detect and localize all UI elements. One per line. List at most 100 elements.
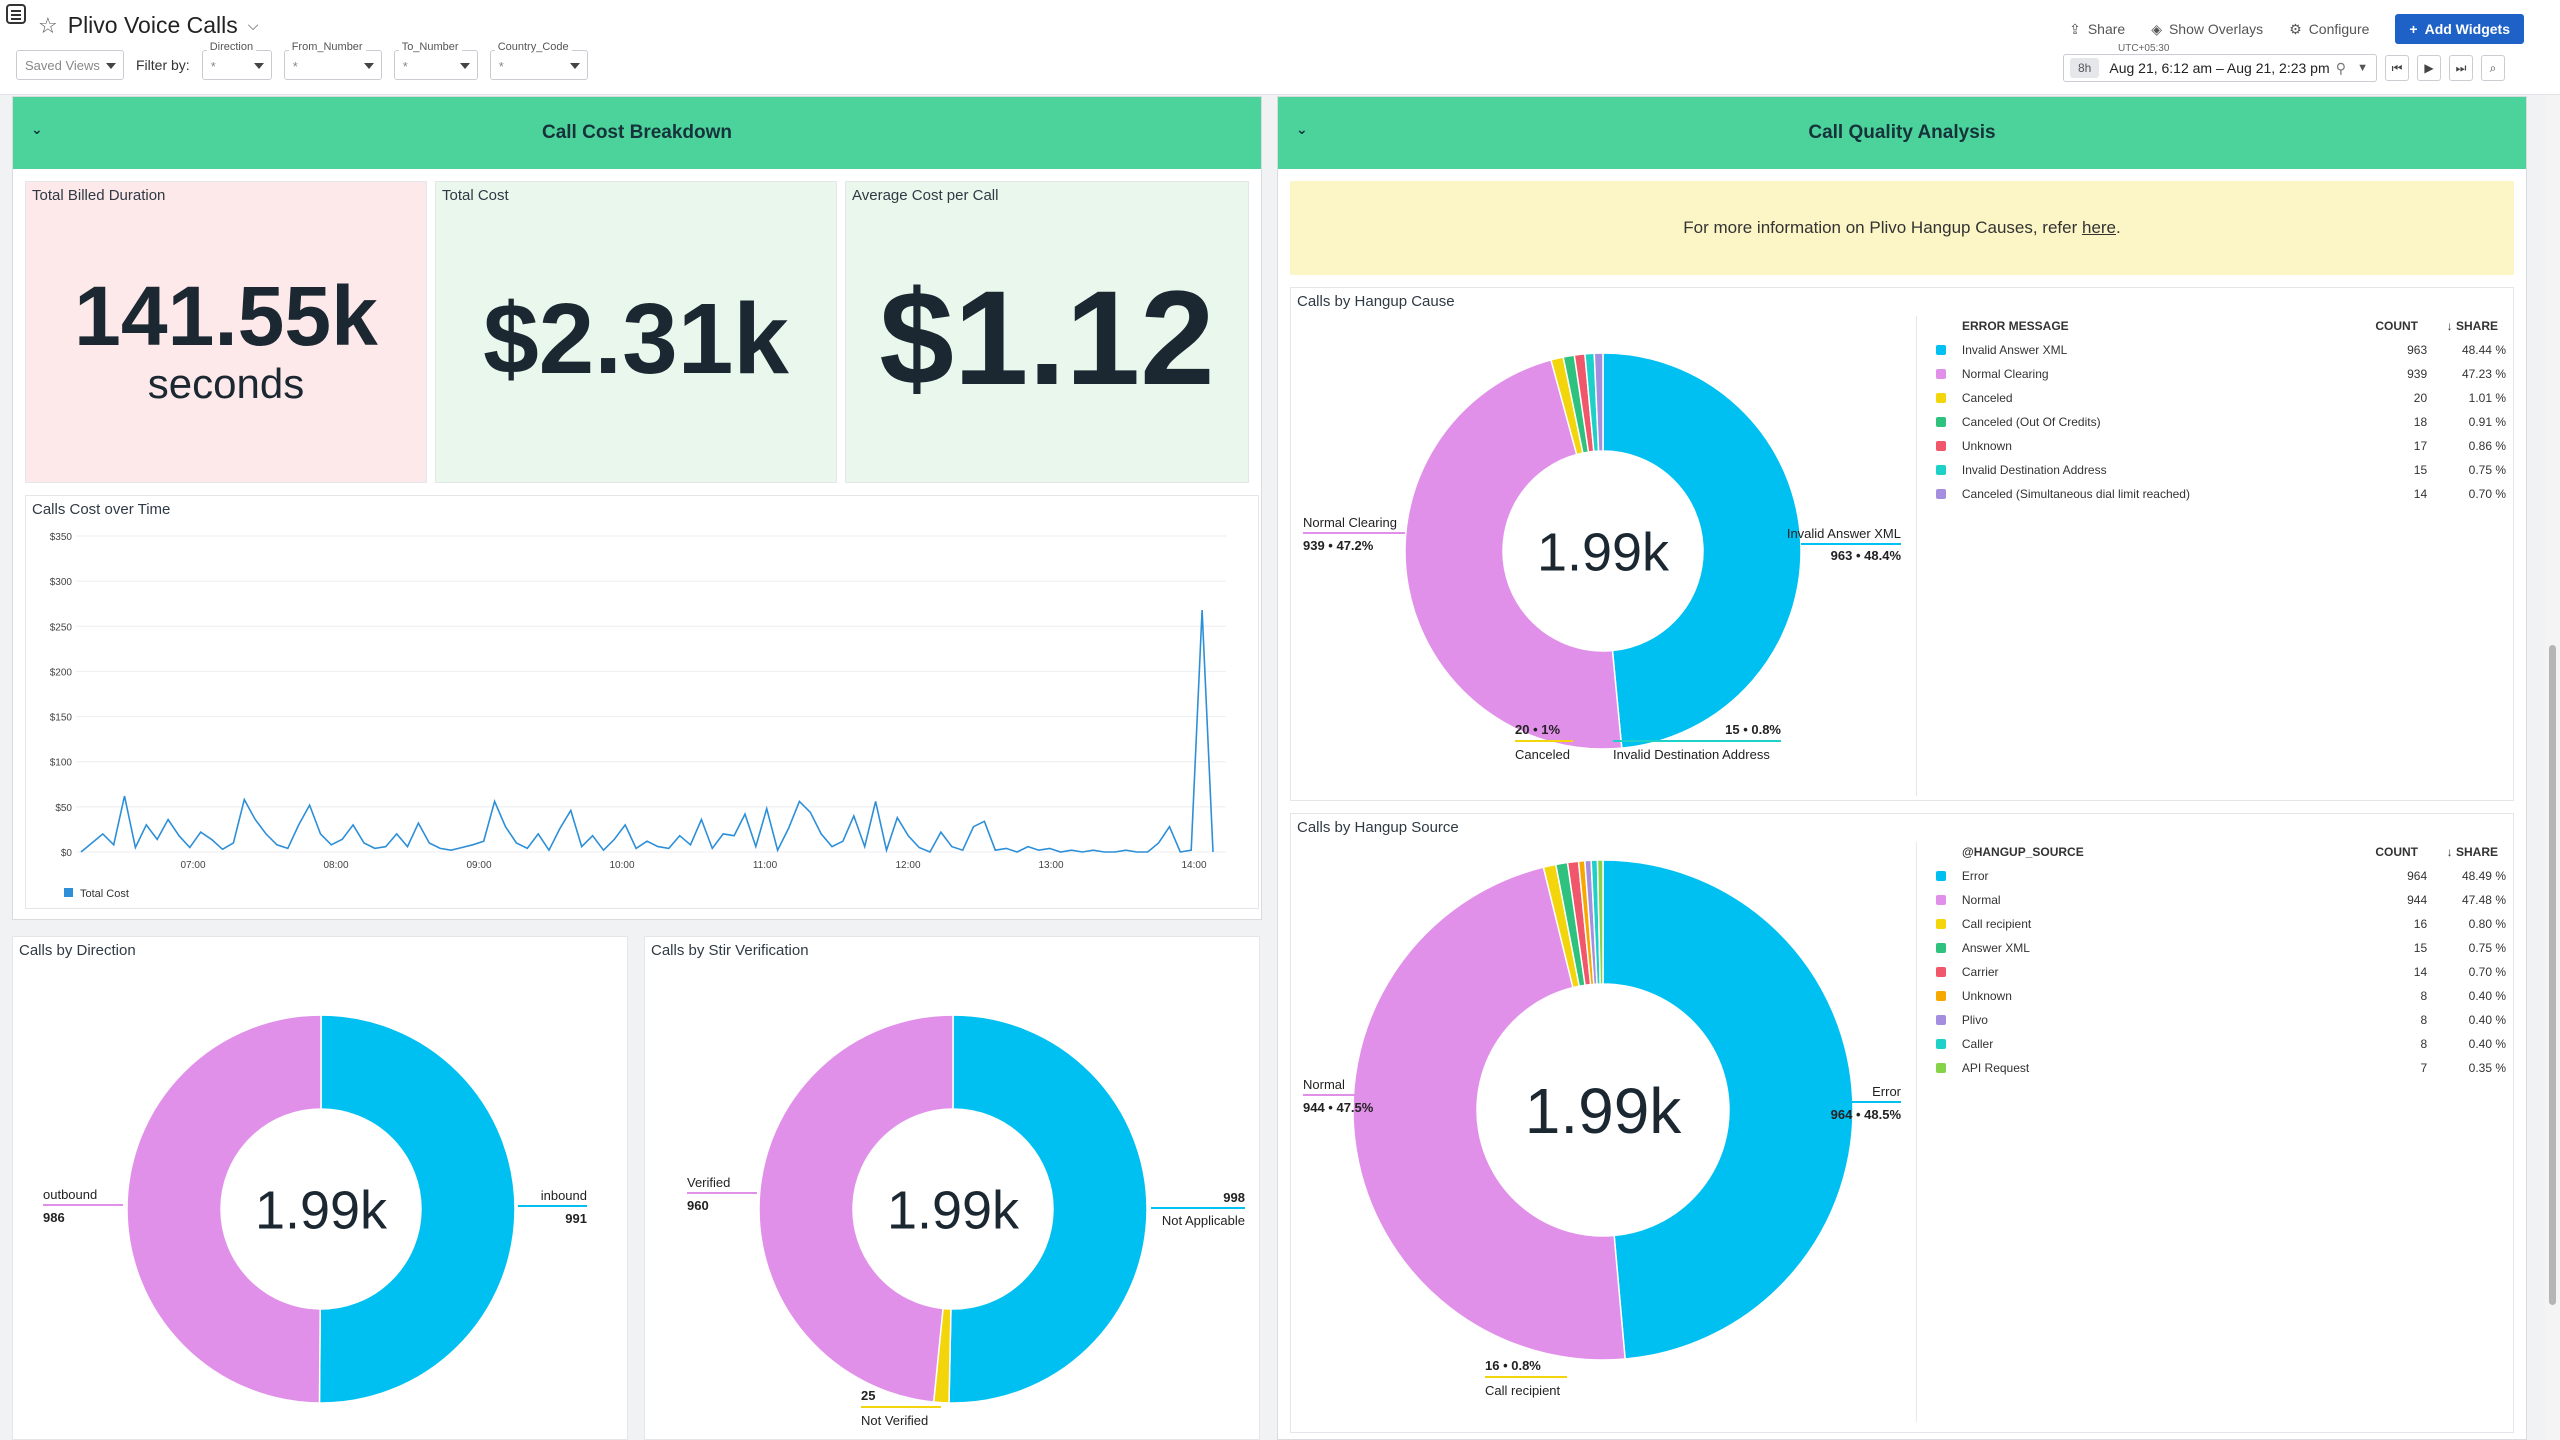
slice-label: Canceled: [1515, 747, 1570, 762]
legend-row[interactable]: API Request 7 0.35 %: [1936, 1056, 2506, 1080]
time-span-chip: 8h: [2070, 58, 2100, 78]
legend-count: 16: [2413, 917, 2428, 931]
filter-country-code[interactable]: Country_Code *: [489, 41, 588, 80]
calls-by-direction-panel: Calls by Direction 1.99k outbound 986 inbou…: [12, 936, 628, 1440]
legend-row[interactable]: Carrier 14 0.70 %: [1936, 960, 2506, 984]
time-controls: UTC+05:30 8h Aug 21, 6:12 am – Aug 21, 2…: [2063, 43, 2543, 82]
legend-swatch: [1936, 465, 1946, 475]
slice-label: Invalid Answer XML: [1787, 526, 1901, 541]
forward-button[interactable]: ⏭: [2449, 55, 2473, 81]
kpi-total-billed-duration: Total Billed Duration 141.55k seconds: [25, 181, 427, 483]
legend-swatch: [1936, 967, 1946, 977]
donut-center-value: 1.99k: [255, 1180, 388, 1240]
chevron-down-icon[interactable]: ⌵: [248, 17, 259, 34]
zoom-out-button[interactable]: ⌕: [2481, 55, 2505, 81]
name-column-header[interactable]: @HANGUP_SOURCE: [1936, 845, 2356, 859]
y-tick-label: $200: [50, 667, 73, 678]
show-overlays-button[interactable]: ◈ Show Overlays: [2151, 21, 2263, 38]
count-column-header[interactable]: COUNT: [2356, 845, 2418, 859]
star-icon[interactable]: ☆: [38, 13, 58, 39]
filter-country-code-label: Country_Code: [494, 41, 572, 53]
play-button[interactable]: ▶: [2417, 55, 2441, 81]
time-range-picker[interactable]: UTC+05:30 8h Aug 21, 6:12 am – Aug 21, 2…: [2063, 43, 2377, 82]
rewind-button[interactable]: ⏮: [2385, 55, 2409, 81]
banner-link[interactable]: here: [2082, 218, 2116, 238]
legend-count: 15: [2413, 463, 2428, 477]
configure-button[interactable]: ⚙ Configure: [2289, 21, 2369, 38]
legend-row[interactable]: Invalid Destination Address 15 0.75 %: [1936, 458, 2506, 482]
share-icon: ⇪: [2069, 20, 2081, 37]
dashboard-title[interactable]: Plivo Voice Calls: [68, 12, 238, 39]
legend-name: Normal: [1961, 893, 2001, 907]
kpi-value: $1.12: [879, 264, 1215, 413]
stir-donut[interactable]: 1.99k Verified 960 998 Not Applicable 25 Not V…: [645, 937, 1259, 1437]
share-column-header[interactable]: ↓ SHARE: [2418, 845, 2498, 859]
menu-icon[interactable]: [6, 4, 26, 24]
legend-count: 7: [2420, 1061, 2428, 1075]
pin-icon[interactable]: ⚲: [2336, 60, 2346, 77]
filter-from-number[interactable]: From_Number *: [283, 41, 382, 80]
legend-row[interactable]: Unknown 17 0.86 %: [1936, 434, 2506, 458]
legend-row[interactable]: Caller 8 0.40 %: [1936, 1032, 2506, 1056]
name-column-header[interactable]: ERROR MESSAGE: [1936, 319, 2356, 333]
slice-label: Normal Clearing: [1303, 515, 1397, 530]
legend-share: 0.80 %: [2468, 917, 2506, 931]
direction-donut[interactable]: 1.99k outbound 986 inbound 991: [13, 937, 627, 1437]
legend-count: 8: [2420, 989, 2428, 1003]
cost-timeseries-chart[interactable]: $0 $50 $100 $150 $200 $250 $300 $350 07:00 08:00 0…: [26, 496, 1258, 908]
legend-row[interactable]: Answer XML 15 0.75 %: [1936, 936, 2506, 960]
legend-name: Canceled: [1961, 391, 2013, 405]
legend-row[interactable]: Normal Clearing 939 47.23 %: [1936, 362, 2506, 386]
legend-row[interactable]: Error 964 48.49 %: [1936, 864, 2506, 888]
legend-swatch: [1936, 919, 1946, 929]
count-column-header[interactable]: COUNT: [2356, 319, 2418, 333]
add-widgets-label: Add Widgets: [2424, 21, 2510, 37]
call-quality-group-title: Call Quality Analysis: [1808, 122, 1996, 143]
share-button[interactable]: ⇪ Share: [2069, 21, 2125, 38]
call-quality-group-header[interactable]: ⌄ Call Quality Analysis: [1278, 97, 2526, 169]
legend-share: 1.01 %: [2468, 391, 2506, 405]
configure-label: Configure: [2308, 21, 2370, 37]
share-label: Share: [2087, 21, 2126, 37]
add-widgets-button[interactable]: + Add Widgets: [2395, 14, 2524, 44]
collapse-chevron-icon[interactable]: ⌄: [31, 121, 43, 138]
legend-row[interactable]: Plivo 8 0.40 %: [1936, 1008, 2506, 1032]
legend-header: @HANGUP_SOURCE COUNT ↓ SHARE: [1936, 840, 2506, 864]
divider: [1916, 316, 1917, 796]
y-tick-label: $250: [50, 622, 73, 633]
chevron-down-icon[interactable]: ▼: [2357, 62, 2368, 74]
legend-row[interactable]: Canceled 20 1.01 %: [1936, 386, 2506, 410]
calls-by-stir-panel: Calls by Stir Verification 1.99k Verified…: [644, 936, 1260, 1440]
slice-value: 960: [687, 1198, 709, 1213]
kpi-title: Total Cost: [442, 187, 509, 204]
legend-row[interactable]: Call recipient 16 0.80 %: [1936, 912, 2506, 936]
hangup-source-donut[interactable]: 1.99k Normal 944 • 47.5% Error 964 • 48.5% 16…: [1291, 814, 1911, 1430]
show-overlays-label: Show Overlays: [2168, 21, 2264, 37]
collapse-chevron-icon[interactable]: ⌄: [1296, 121, 1308, 138]
hangup-cause-panel: Calls by Hangup Cause 1.99k Normal Cleari…: [1290, 287, 2514, 801]
dashboard-title-row: ☆ Plivo Voice Calls ⌵: [38, 12, 258, 39]
filter-direction[interactable]: Direction *: [201, 41, 272, 80]
call-cost-group-header[interactable]: ⌄ Call Cost Breakdown: [13, 97, 1261, 169]
legend-share: 0.86 %: [2468, 439, 2506, 453]
chevron-down-icon: [569, 63, 580, 69]
legend-name: Normal Clearing: [1961, 367, 2049, 381]
legend-share: 0.40 %: [2468, 989, 2506, 1003]
page-scrollbar[interactable]: [2545, 95, 2560, 1440]
legend-row[interactable]: Canceled (Out Of Credits) 18 0.91 %: [1936, 410, 2506, 434]
filter-bar: Saved Views Filter by: Direction * From_…: [16, 41, 588, 80]
hangup-cause-donut[interactable]: 1.99k Normal Clearing 939 • 47.2% Invalid A…: [1291, 288, 1911, 798]
legend-row[interactable]: Canceled (Simultaneous dial limit reache…: [1936, 482, 2506, 506]
filter-to-number[interactable]: To_Number *: [393, 41, 478, 80]
legend-row[interactable]: Invalid Answer XML 963 48.44 %: [1936, 338, 2506, 362]
saved-views-select[interactable]: Saved Views: [16, 50, 124, 80]
legend-share: 0.75 %: [2468, 463, 2506, 477]
legend-count: 20: [2413, 391, 2428, 405]
legend-row[interactable]: Normal 944 47.48 %: [1936, 888, 2506, 912]
call-cost-group: ⌄ Call Cost Breakdown Total Billed Durat…: [12, 96, 1262, 920]
hangup-source-panel: Calls by Hangup Source 1.99k Normal 944 • …: [1290, 813, 2514, 1433]
legend-row[interactable]: Unknown 8 0.40 %: [1936, 984, 2506, 1008]
scrollbar-thumb[interactable]: [2549, 645, 2556, 1305]
share-column-header[interactable]: ↓ SHARE: [2418, 319, 2498, 333]
legend-count: 14: [2413, 965, 2428, 979]
